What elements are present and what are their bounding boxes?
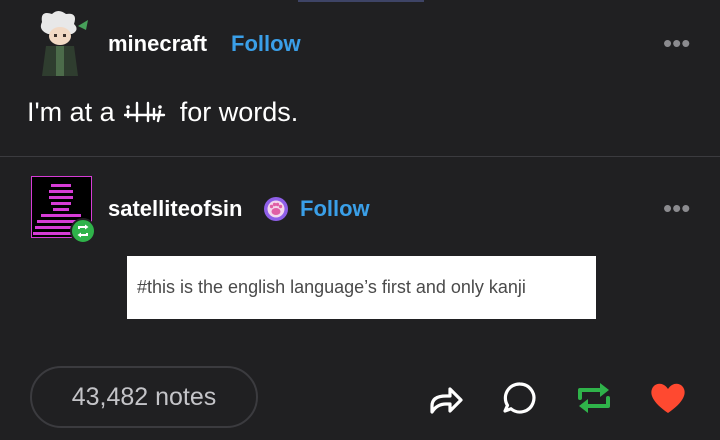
post-tag[interactable]: #this is the english language’s first an… [137,277,526,298]
reblog-icon[interactable] [574,378,614,418]
more-options-icon[interactable]: ••• [663,30,690,56]
reblogger-username[interactable]: satelliteofsin [108,196,242,222]
follow-button-2[interactable]: Follow [300,196,370,222]
notes-count: 43,482 notes [71,382,217,411]
post-body: I'm at a for words. [27,97,298,129]
tag-box[interactable]: #this is the english language’s first an… [127,256,596,319]
post-author-username[interactable]: minecraft [108,31,207,57]
heart-icon[interactable] [648,378,688,418]
loss-glyph-icon [124,101,166,123]
notes-button[interactable]: 43,482 notes [30,366,258,428]
reblog-badge-icon [77,224,89,238]
follow-button[interactable]: Follow [231,31,301,57]
paw-badge-icon [264,197,288,221]
top-accent-bar [298,0,424,2]
post-divider [0,156,720,157]
reblog-badge [70,218,96,244]
more-options-icon-2[interactable]: ••• [663,195,690,221]
reply-icon[interactable] [500,378,540,418]
avatar-minecraft[interactable] [28,8,92,76]
post-body-text-end: for words. [179,97,299,127]
post-body-text-start: I'm at a [27,97,115,127]
share-icon[interactable] [426,378,466,418]
